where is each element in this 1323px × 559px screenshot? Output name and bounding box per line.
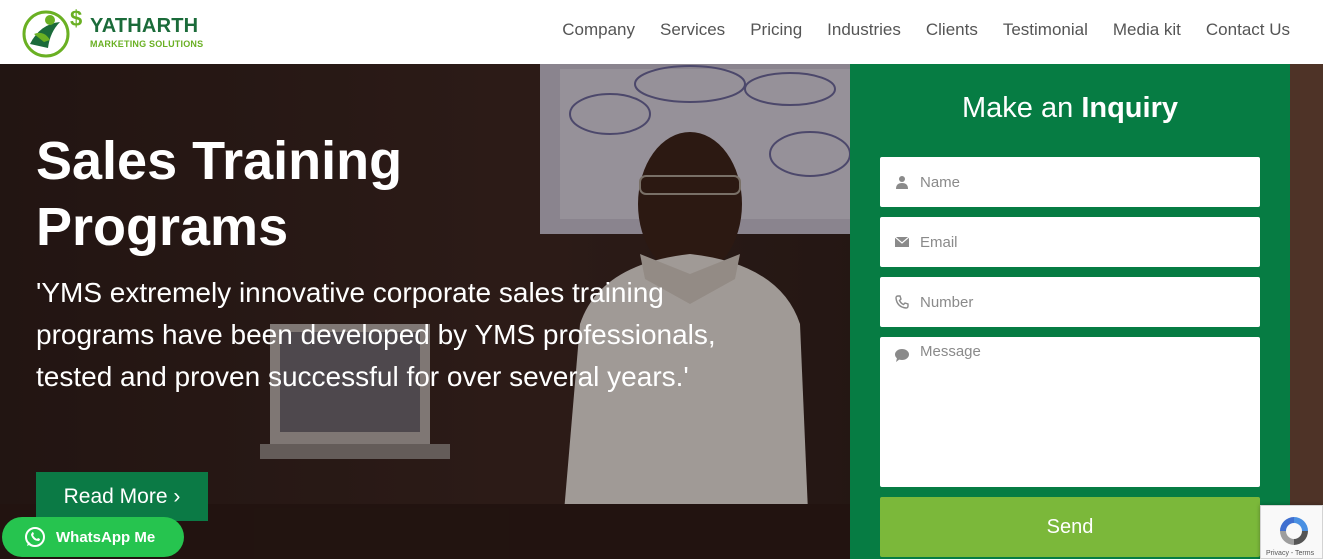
whatsapp-label: WhatsApp Me [56,528,156,546]
hero-title: Sales Training Programs [36,131,403,257]
whatsapp-icon [25,527,45,547]
number-input[interactable] [920,293,1240,311]
nav-item-contact-us[interactable]: Contact Us [1206,20,1290,40]
inquiry-panel: Make an Inquiry Send [850,64,1290,559]
logo-text: YATHARTH MARKETING SOLUTIONS [90,16,203,49]
envelope-icon [894,234,910,250]
logo-icon: $ [20,4,82,60]
nav-item-clients[interactable]: Clients [926,20,978,40]
logo-name: YATHARTH [90,14,199,37]
nav-item-pricing[interactable]: Pricing [750,20,802,40]
inquiry-title-prefix: Make an [962,92,1074,124]
nav-item-testimonial[interactable]: Testimonial [1003,20,1088,40]
nav-item-company[interactable]: Company [562,20,635,40]
message-field-wrapper [880,337,1260,487]
email-input[interactable] [920,233,1240,251]
name-input[interactable] [920,173,1240,191]
recaptcha-links[interactable]: Privacy - Terms [1266,550,1314,557]
nav-item-media-kit[interactable]: Media kit [1113,20,1181,40]
site-header: $ YATHARTH MARKETING SOLUTIONS Company S… [0,0,1323,64]
recaptcha-icon [1280,517,1308,545]
svg-text:$: $ [70,6,82,31]
whatsapp-button[interactable]: WhatsApp Me [2,517,184,557]
nav-item-services[interactable]: Services [660,20,725,40]
email-field-wrapper [880,217,1260,267]
inquiry-title: Make an Inquiry [850,92,1290,125]
comment-icon [894,347,910,363]
message-textarea[interactable] [920,343,1240,483]
send-button[interactable]: Send [880,497,1260,557]
user-icon [894,174,910,190]
hero-description: 'YMS extremely innovative corporate sale… [36,277,716,392]
logo-subtitle: MARKETING SOLUTIONS [90,38,204,49]
name-field-wrapper [880,157,1260,207]
inquiry-title-bold: Inquiry [1081,92,1178,124]
number-field-wrapper [880,277,1260,327]
nav-item-industries[interactable]: Industries [827,20,901,40]
read-more-button[interactable]: Read More › [36,472,208,521]
phone-icon [894,294,910,310]
logo[interactable]: $ YATHARTH MARKETING SOLUTIONS [20,4,230,60]
hero-section: Sales Training Programs 'YMS extremely i… [0,64,1323,559]
recaptcha-badge[interactable]: Privacy - Terms [1260,505,1323,559]
main-nav: Company Services Pricing Industries Clie… [537,0,1290,60]
